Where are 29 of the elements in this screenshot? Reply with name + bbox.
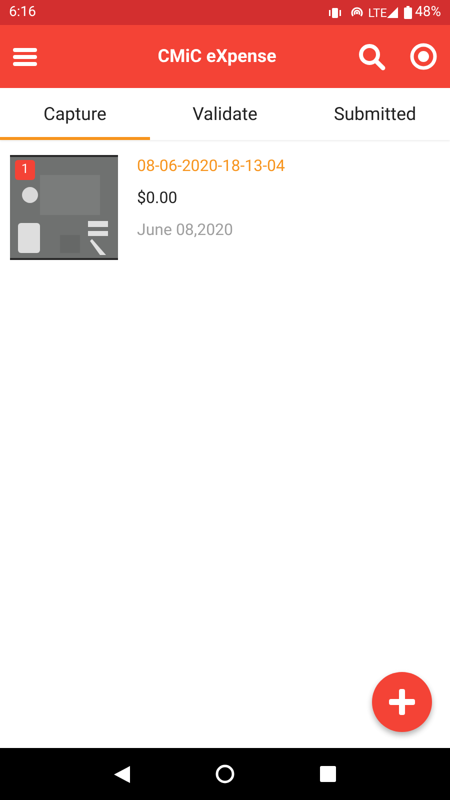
hotspot-icon [350, 6, 364, 19]
signal-icon [387, 7, 398, 18]
tab[interactable]: Validate [150, 88, 300, 140]
vibrate-icon [328, 6, 342, 18]
search-icon [358, 42, 386, 70]
count-badge: 1 [15, 160, 35, 180]
tab[interactable]: Capture [0, 88, 150, 140]
record-button[interactable] [409, 42, 437, 70]
battery-icon [404, 6, 412, 19]
expense-date: June 08,2020 [137, 219, 234, 241]
square-icon [320, 766, 336, 782]
target-icon [410, 43, 436, 70]
menu-icon [13, 46, 37, 66]
home-icon [214, 764, 235, 784]
expense-amount: $0.00 [137, 187, 178, 209]
plus-icon [389, 689, 415, 715]
expense-item[interactable]: 1 08-06-2020-18-13-04 $0.00 June 08,2020 [0, 155, 450, 260]
home-button[interactable] [214, 764, 235, 784]
expense-name: 08-06-2020-18-13-04 [137, 155, 285, 177]
tab[interactable]: Submitted [300, 88, 450, 140]
search-button[interactable] [357, 42, 387, 72]
status-time: 6:16 [9, 3, 36, 22]
back-button[interactable] [112, 764, 132, 784]
app-title: CMiC eXpense [158, 45, 276, 69]
back-icon [114, 766, 130, 782]
recents-button[interactable] [318, 764, 338, 784]
network-type: LTE [368, 4, 387, 22]
battery-level: 48% [415, 3, 441, 22]
add-button[interactable] [372, 672, 432, 732]
